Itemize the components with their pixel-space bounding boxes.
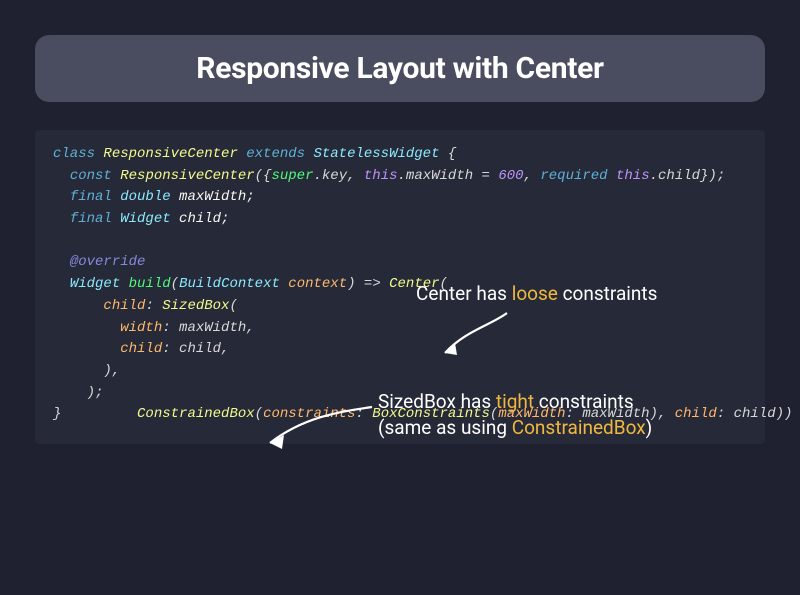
annotation-loose: Center has loose constraints [416, 281, 657, 307]
annotation-tight: SizedBox has tight constraints (same as … [378, 389, 652, 440]
arrow-icon [256, 397, 378, 455]
title-bar: Responsive Layout with Center [35, 35, 765, 102]
page-title: Responsive Layout with Center [59, 51, 741, 86]
arrow-icon [435, 307, 525, 365]
